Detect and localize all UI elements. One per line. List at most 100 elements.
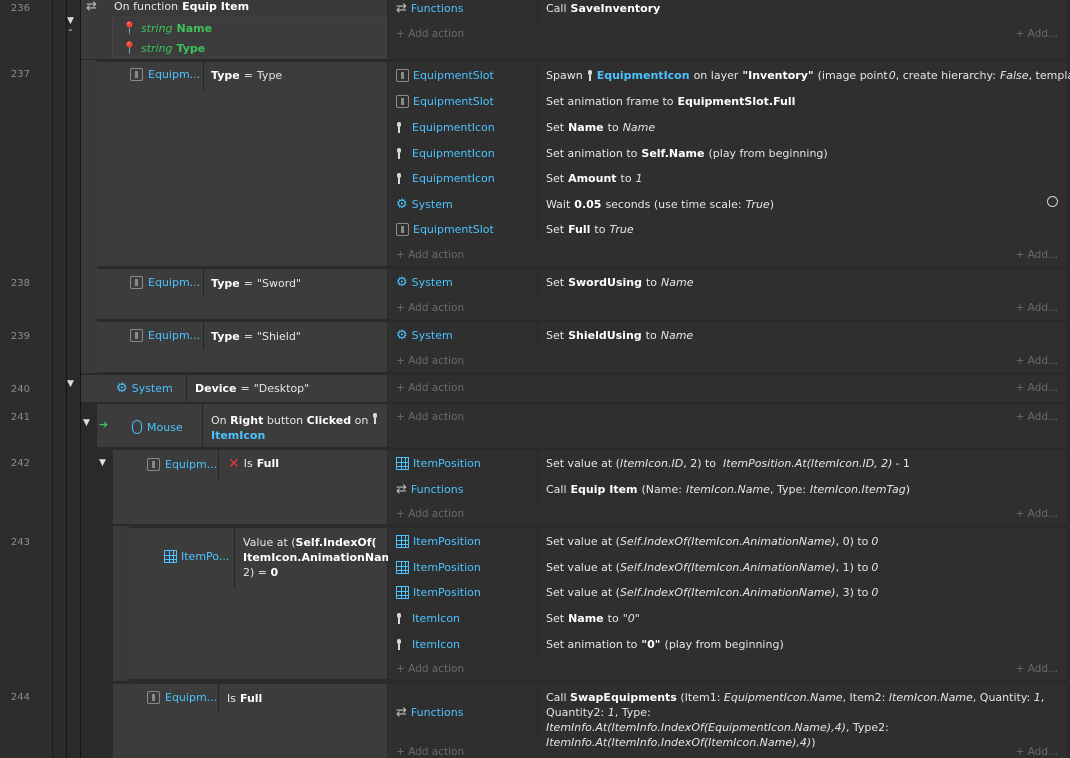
action-text[interactable]: Call Equip Item (Name: ItemIcon.Name, Type:…	[546, 478, 910, 500]
add-more-link[interactable]: + Add...	[1016, 411, 1058, 423]
object-name: EquipmentIcon	[412, 171, 495, 185]
add-action-link[interactable]: + Add action	[396, 382, 464, 394]
column-divider	[537, 62, 538, 242]
condition-object[interactable]: Equipm...	[130, 276, 200, 289]
add-more-link[interactable]: + Add...	[1016, 28, 1058, 40]
operator: =	[243, 330, 253, 343]
condition-object[interactable]: Mouse	[132, 420, 183, 434]
condition-object[interactable]: Equipm...	[147, 691, 217, 704]
action-text[interactable]: Set Name to Name	[546, 116, 655, 138]
expression: EquipmentIcon.Name	[723, 691, 843, 704]
add-action-link[interactable]: + Add action	[396, 663, 464, 675]
add-action-link[interactable]: + Add action	[396, 302, 464, 314]
add-action-link[interactable]: + Add action	[396, 355, 464, 367]
action-text[interactable]: Set Full to True	[546, 218, 634, 240]
param-type: string	[140, 41, 173, 55]
expression: Self.Name	[641, 146, 705, 160]
action-object[interactable]: ItemPosition	[396, 452, 481, 474]
add-action-link[interactable]: + Add action	[396, 746, 464, 758]
action-text[interactable]: Set animation frame to EquipmentSlot.Full	[546, 90, 795, 112]
action-text[interactable]: Set SwordUsing to Name	[546, 271, 693, 293]
add-more-link[interactable]: + Add...	[1016, 508, 1058, 520]
action-object[interactable]: ⚙ System	[396, 324, 453, 346]
action-text[interactable]: Set Amount to 1	[546, 167, 643, 189]
condition-text[interactable]: Device = "Desktop"	[195, 382, 309, 395]
action-verb: Call	[546, 1, 567, 15]
action-object[interactable]: ⚙ System	[396, 193, 453, 215]
add-action-link[interactable]: + Add action	[396, 508, 464, 520]
action-object[interactable]: ItemPosition	[396, 581, 481, 603]
action-text[interactable]: Set animation to Self.Name (play from begi…	[546, 142, 828, 164]
condition-object[interactable]: Equipm...	[130, 68, 200, 81]
collapse-arrow-icon[interactable]: ▼	[67, 16, 74, 26]
column-divider	[537, 450, 538, 502]
condition-object[interactable]: Equipm...	[147, 458, 217, 471]
action-object[interactable]: ⇄ Functions	[396, 0, 463, 19]
condition-text[interactable]: Value at (Self.IndexOf( ItemIcon.Animati…	[243, 535, 409, 580]
action-object[interactable]: ⇄ Functions	[396, 701, 463, 723]
action-text[interactable]: Set value at (Self.IndexOf(ItemIcon.Anim…	[546, 581, 878, 603]
column-divider	[537, 269, 538, 295]
action-text[interactable]: Set Name to "0"	[546, 607, 640, 629]
event-237-conditions[interactable]	[97, 62, 387, 266]
condition-text[interactable]: Type = "Shield"	[211, 330, 301, 343]
condition-text[interactable]: Is Full	[227, 692, 262, 705]
param-type-item[interactable]: 📍 string Type	[122, 41, 205, 55]
condition-text[interactable]: On Right button Clicked on ItemIcon	[211, 413, 381, 443]
condition-object[interactable]: Equipm...	[130, 329, 200, 342]
action-object[interactable]: EquipmentSlot	[396, 90, 494, 112]
line-number: 240	[10, 384, 30, 395]
action-object[interactable]: EquipmentIcon	[396, 116, 495, 138]
add-action-link[interactable]: + Add action	[396, 249, 464, 261]
action-text[interactable]: Call SaveInventory	[546, 0, 660, 19]
action-text[interactable]: Set animation to "0" (play from beginning)	[546, 633, 784, 655]
add-more-link[interactable]: + Add...	[1016, 302, 1058, 314]
collapse-arrow-icon[interactable]: ▼	[67, 379, 74, 389]
sprite-slot-icon	[130, 68, 143, 81]
add-more-link[interactable]: + Add...	[1016, 382, 1058, 394]
function-title[interactable]: On function Equip Item	[114, 0, 249, 13]
expression: Self.IndexOf(ItemIcon.AnimationName)	[619, 585, 836, 599]
condition-text[interactable]: Type = Type	[211, 69, 282, 82]
action-object[interactable]: ItemIcon	[396, 633, 460, 655]
add-more-link[interactable]: + Add...	[1016, 249, 1058, 261]
action-object[interactable]: ItemPosition	[396, 556, 481, 578]
condition-text[interactable]: ✕ Is Full	[228, 457, 279, 471]
action-text[interactable]: Set value at (ItemIcon.ID, 2) to ItemPosi…	[546, 452, 910, 474]
action-text-part: )	[905, 482, 911, 496]
action-text-part: (play from beginning)	[664, 637, 784, 651]
condition-object[interactable]: ⚙ System	[116, 382, 173, 395]
action-object[interactable]: ItemPosition	[396, 530, 481, 552]
condition-object[interactable]: ItemPo...	[164, 550, 229, 563]
gear-icon: ⚙	[396, 274, 408, 290]
action-object[interactable]: ⇄ Functions	[396, 478, 463, 500]
param-name[interactable]: 📍 string Name	[122, 21, 212, 35]
action-text[interactable]: Spawn EquipmentIcon on layer "Inventory"…	[546, 64, 1070, 86]
expression: Self.IndexOf(	[295, 536, 377, 549]
collapse-arrow-icon[interactable]: ▼	[83, 418, 90, 428]
action-verb: Set animation to	[546, 146, 638, 160]
action-text[interactable]: Set ShieldUsing to Name	[546, 324, 693, 346]
add-more-link[interactable]: + Add...	[1016, 663, 1058, 675]
action-verb: Set animation frame to	[546, 94, 674, 108]
action-text[interactable]: Call SwapEquipments (Item1: EquipmentIco…	[546, 690, 1061, 750]
collapse-arrow-icon[interactable]: ▼	[99, 458, 106, 468]
add-more-link[interactable]: + Add...	[1016, 746, 1058, 758]
action-object[interactable]: ItemIcon	[396, 607, 460, 629]
action-object[interactable]: EquipmentIcon	[396, 167, 495, 189]
action-text[interactable]: Set value at (Self.IndexOf(ItemIcon.Anim…	[546, 530, 878, 552]
action-text[interactable]: Wait 0.05 seconds (use time scale: True)	[546, 193, 774, 215]
add-action-link[interactable]: + Add action	[396, 411, 464, 423]
action-text-part: to	[607, 611, 619, 625]
action-text-part: , 2) to	[683, 456, 717, 470]
object-name: ItemIcon	[412, 611, 461, 625]
action-object[interactable]: EquipmentIcon	[396, 142, 495, 164]
add-more-link[interactable]: + Add...	[1016, 355, 1058, 367]
action-text[interactable]: Set value at (Self.IndexOf(ItemIcon.Anim…	[546, 556, 878, 578]
action-object[interactable]: EquipmentSlot	[396, 218, 494, 240]
action-object[interactable]: ⚙ System	[396, 271, 453, 293]
action-object[interactable]: EquipmentSlot	[396, 64, 494, 86]
action-text-part: , Item2:	[842, 691, 886, 704]
condition-text[interactable]: Type = "Sword"	[211, 277, 301, 290]
add-action-link[interactable]: + Add action	[396, 28, 464, 40]
